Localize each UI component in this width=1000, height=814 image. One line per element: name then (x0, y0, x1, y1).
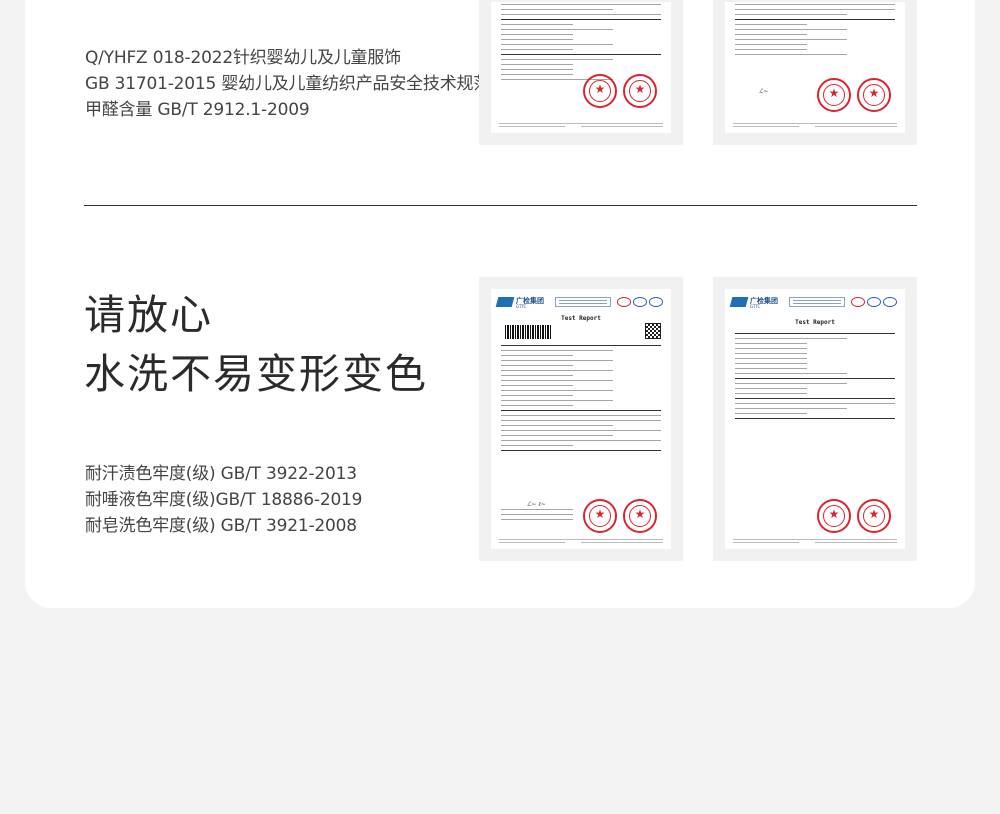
standard-item: Q/YHFZ 018-2022针织婴幼儿及儿童服饰 (85, 48, 401, 68)
cma-mark-icon (617, 297, 631, 307)
red-seal-icon (817, 78, 851, 112)
standard-item: GB 31701-2015 婴幼儿及儿童纺织产品安全技术规范 (85, 74, 491, 94)
ilac-mark-icon (883, 297, 897, 307)
report-header: 广检集团 GTTC (495, 295, 665, 311)
brand-logo-icon (495, 297, 515, 307)
standard-item: 甲醛含量 GB/T 2912.1-2009 (85, 100, 310, 120)
signature-mark: ℒ~ ℓ~ (527, 501, 546, 508)
test-report-image: ℒ~ (713, 0, 917, 145)
red-seal-icon (857, 78, 891, 112)
red-seal-icon (623, 499, 657, 533)
report-title: Test Report (561, 315, 601, 322)
standard-item: 耐汗渍色牢度(级) GB/T 3922-2013 (85, 464, 357, 484)
brand-sub: GTTC (750, 304, 761, 309)
test-report-image: 广检集团 GTTC Test Report (713, 277, 917, 561)
signature-mark: ℒ~ (759, 88, 769, 95)
report-page: 广检集团 GTTC Test Report (725, 289, 905, 549)
report-header: 广检集团 GTTC (729, 295, 899, 311)
ilac-mark-icon (649, 297, 663, 307)
cnas-mark-icon (633, 297, 647, 307)
section-divider (84, 205, 917, 206)
test-report-image: 广检集团 GTTC Test Report ℒ~ ℓ~ (479, 277, 683, 561)
standard-item: 耐皂洗色牢度(级) GB/T 3921-2008 (85, 516, 357, 536)
cma-mark-icon (851, 297, 865, 307)
brand-sub: GTTC (516, 304, 527, 309)
report-title: Test Report (795, 319, 835, 326)
standard-item: 耐唾液色牢度(级)GB/T 18886-2019 (85, 490, 363, 510)
bottom-standards-list: 耐汗渍色牢度(级) GB/T 3922-2013 耐唾液色牢度(级)GB/T 1… (85, 461, 362, 539)
report-page: ℒ~ (725, 2, 905, 133)
headline-line-1: 请放心 (84, 291, 213, 339)
red-seal-icon (623, 74, 657, 108)
top-standards-list: Q/YHFZ 018-2022针织婴幼儿及儿童服饰 GB 31701-2015 … (85, 45, 490, 123)
qr-code-icon (645, 323, 661, 339)
red-seal-icon (857, 499, 891, 533)
red-seal-icon (817, 499, 851, 533)
brand-logo-icon (729, 297, 749, 307)
red-seal-icon (583, 499, 617, 533)
report-page: 广检集团 GTTC Test Report ℒ~ ℓ~ (491, 289, 671, 549)
headline-line-2: 水洗不易变形变色 (84, 350, 428, 398)
barcode-icon (505, 325, 551, 339)
red-seal-icon (583, 74, 617, 108)
cnas-mark-icon (867, 297, 881, 307)
test-report-image (479, 0, 683, 145)
headline: 请放心 水洗不易变形变色 (84, 286, 428, 404)
report-page (491, 2, 671, 133)
